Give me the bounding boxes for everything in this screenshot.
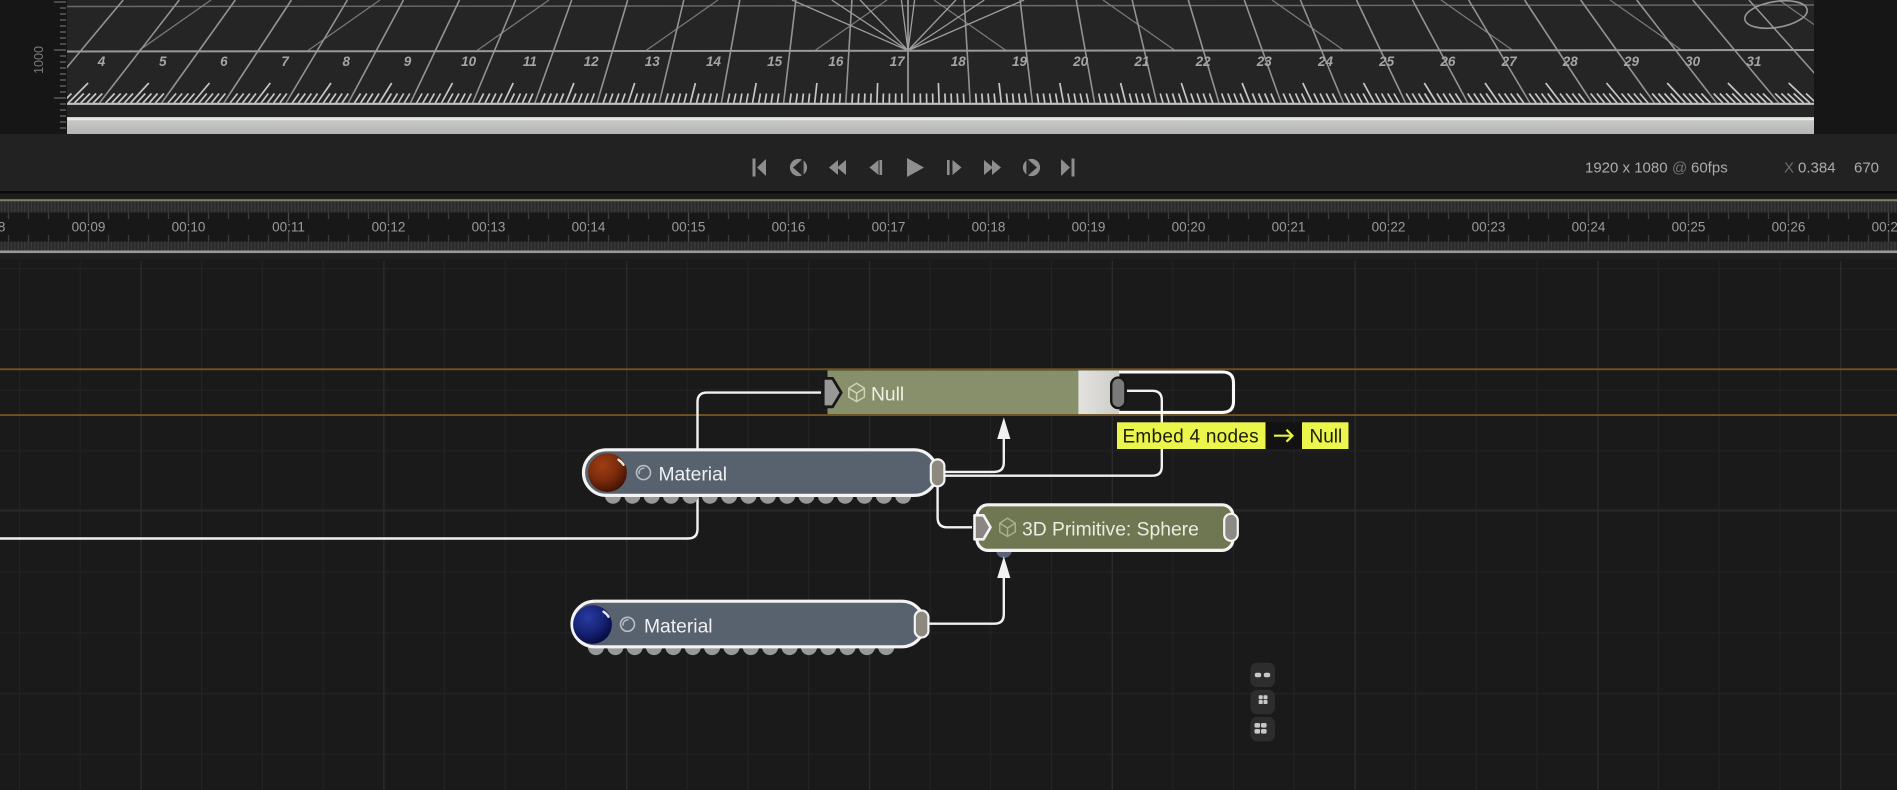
svg-text:1920 x 1080: 1920 x 1080 xyxy=(1585,160,1668,177)
svg-text:00:15: 00:15 xyxy=(672,220,706,235)
svg-text:18: 18 xyxy=(951,54,967,69)
svg-text:8: 8 xyxy=(343,54,351,69)
svg-text:Null: Null xyxy=(871,384,904,405)
svg-text:00:12: 00:12 xyxy=(372,220,406,235)
svg-text:@: @ xyxy=(1672,160,1687,177)
svg-text:3D Primitive: Sphere: 3D Primitive: Sphere xyxy=(1022,519,1199,540)
svg-text:00:23: 00:23 xyxy=(1472,220,1506,235)
svg-text:23: 23 xyxy=(1256,54,1273,69)
svg-text:00:11: 00:11 xyxy=(272,220,305,235)
svg-text:30: 30 xyxy=(1685,54,1701,69)
svg-text:00:13: 00:13 xyxy=(472,220,506,235)
svg-text:00:26: 00:26 xyxy=(1772,220,1806,235)
svg-text:16: 16 xyxy=(828,54,844,69)
svg-text:5: 5 xyxy=(159,54,167,69)
svg-text:21: 21 xyxy=(1133,54,1149,69)
svg-text:1000: 1000 xyxy=(32,46,46,74)
svg-text:15: 15 xyxy=(767,54,783,69)
svg-text:0.384: 0.384 xyxy=(1798,160,1836,177)
svg-text:00:20: 00:20 xyxy=(1172,220,1206,235)
svg-text:Embed 4 nodes: Embed 4 nodes xyxy=(1123,427,1259,448)
svg-text:25: 25 xyxy=(1378,54,1395,69)
svg-text:14: 14 xyxy=(706,54,722,69)
svg-text:00:19: 00:19 xyxy=(1072,220,1106,235)
svg-text:00:17: 00:17 xyxy=(872,220,906,235)
svg-text:19: 19 xyxy=(1012,54,1028,69)
svg-text:26: 26 xyxy=(1439,54,1456,69)
svg-text:00:24: 00:24 xyxy=(1572,220,1606,235)
svg-text:11: 11 xyxy=(523,54,537,69)
svg-text:6: 6 xyxy=(220,54,228,69)
svg-text:Material: Material xyxy=(659,465,728,486)
svg-text:10: 10 xyxy=(461,54,477,69)
svg-text:29: 29 xyxy=(1623,54,1640,69)
svg-text:Material: Material xyxy=(644,616,713,637)
svg-text:60fps: 60fps xyxy=(1691,160,1728,177)
svg-text:00:14: 00:14 xyxy=(572,220,606,235)
svg-text:27: 27 xyxy=(1501,54,1519,69)
svg-text:00:08: 00:08 xyxy=(0,220,5,235)
svg-text:00:27: 00:27 xyxy=(1872,220,1897,235)
svg-text:00:16: 00:16 xyxy=(772,220,806,235)
svg-text:00:22: 00:22 xyxy=(1372,220,1406,235)
svg-text:4: 4 xyxy=(97,54,106,69)
svg-text:00:18: 00:18 xyxy=(972,220,1006,235)
svg-text:20: 20 xyxy=(1072,54,1089,69)
svg-text:13: 13 xyxy=(645,54,661,69)
svg-text:9: 9 xyxy=(404,54,412,69)
svg-text:00:21: 00:21 xyxy=(1272,220,1306,235)
svg-text:00:10: 00:10 xyxy=(172,220,206,235)
svg-text:670: 670 xyxy=(1854,160,1879,177)
svg-text:22: 22 xyxy=(1195,54,1212,69)
svg-text:28: 28 xyxy=(1562,54,1579,69)
svg-text:X: X xyxy=(1784,160,1794,177)
svg-text:24: 24 xyxy=(1317,54,1334,69)
svg-text:Null: Null xyxy=(1310,427,1343,448)
svg-text:17: 17 xyxy=(890,54,907,69)
svg-text:00:25: 00:25 xyxy=(1672,220,1706,235)
svg-text:00:09: 00:09 xyxy=(72,220,106,235)
svg-text:12: 12 xyxy=(584,54,600,69)
svg-text:31: 31 xyxy=(1746,54,1761,69)
